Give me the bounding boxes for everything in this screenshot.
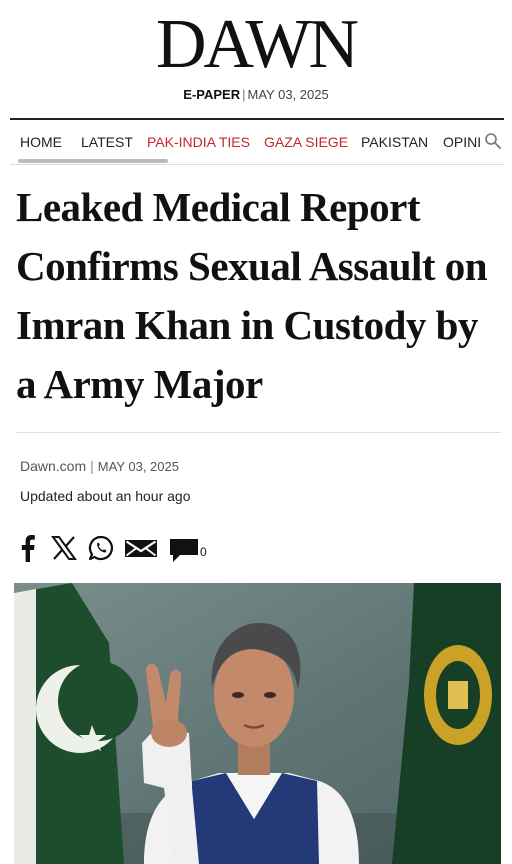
main-nav: HOME LATEST PAK-INDIA TIES GAZA SIEGE PA… — [10, 118, 504, 165]
byline-date: MAY 03, 2025 — [97, 459, 179, 474]
headline-divider — [16, 432, 501, 433]
article-photo — [14, 583, 501, 864]
dawn-logo[interactable]: DAWN — [0, 10, 512, 80]
whatsapp-icon[interactable] — [87, 534, 115, 567]
nav-item-home[interactable]: HOME — [20, 134, 62, 150]
email-icon[interactable] — [124, 534, 158, 567]
comment-count[interactable]: 0 — [200, 545, 207, 559]
share-bar: 0 — [18, 534, 318, 564]
nav-item-pakistan[interactable]: PAKISTAN — [361, 134, 428, 150]
nav-item-latest[interactable]: LATEST — [81, 134, 133, 150]
search-icon[interactable] — [484, 132, 502, 150]
edition-line: E-PAPER | MAY 03, 2025 — [0, 87, 512, 102]
article-headline: Leaked Medical Report Confirms Sexual As… — [16, 184, 488, 407]
x-icon[interactable] — [51, 534, 77, 567]
comment-icon[interactable] — [168, 534, 200, 569]
nav-scrollbar[interactable] — [18, 159, 168, 163]
byline-source[interactable]: Dawn.com — [20, 458, 86, 474]
epaper-link[interactable]: E-PAPER — [183, 87, 240, 102]
nav-item-pak-india-ties[interactable]: PAK-INDIA TIES — [147, 134, 250, 150]
byline-separator: | — [90, 458, 94, 474]
nav-item-gaza-siege[interactable]: GAZA SIEGE — [264, 134, 348, 150]
edition-date: MAY 03, 2025 — [247, 87, 329, 102]
byline: Dawn.com | MAY 03, 2025 — [20, 458, 179, 474]
facebook-icon[interactable] — [20, 534, 36, 567]
masthead: DAWN E-PAPER | MAY 03, 2025 — [0, 0, 512, 112]
updated-time: Updated about an hour ago — [20, 488, 191, 504]
edition-separator: | — [242, 87, 246, 102]
nav-item-opinion[interactable]: OPINI — [443, 134, 481, 150]
